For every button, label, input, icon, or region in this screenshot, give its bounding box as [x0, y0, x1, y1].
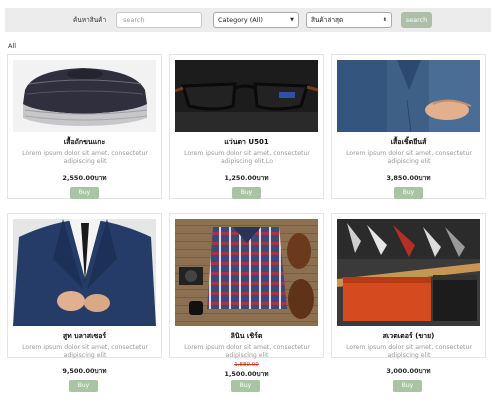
sort-select-value: สินค้าล่าสุด: [311, 16, 344, 24]
buy-button[interactable]: Buy: [69, 380, 98, 392]
buy-button[interactable]: Buy: [232, 187, 261, 199]
product-card: เสื้อเชิ้ตยีนส์ Lorem ipsum dolor sit am…: [331, 54, 486, 199]
product-name[interactable]: สูท บลาสเซอร์: [8, 331, 161, 342]
product-card: ลินิน เชิร์ต Lorem ipsum dolor sit amet,…: [169, 213, 324, 359]
product-image-eyeglasses[interactable]: [175, 60, 318, 132]
product-card: เสื้อถักขนแกะ Lorem ipsum dolor sit amet…: [7, 54, 162, 199]
product-price: 1,500.00บาท: [224, 370, 269, 378]
product-name[interactable]: สเวตเตอร์ (ขาย): [332, 331, 485, 342]
product-image-denim-shirt[interactable]: [337, 60, 480, 132]
search-input[interactable]: search: [116, 12, 202, 28]
product-image-blazer-suit[interactable]: [13, 219, 156, 326]
chevron-updown-icon: ⬍: [382, 17, 387, 23]
product-name[interactable]: แว่นตา U501: [170, 137, 323, 148]
product-card: แว่นตา U501 Lorem ipsum dolor sit amet, …: [169, 54, 324, 199]
product-description: Lorem ipsum dolor sit amet, consectetur …: [184, 344, 310, 359]
buy-button[interactable]: Buy: [393, 380, 422, 392]
product-image-flannel-shirt[interactable]: [175, 219, 318, 326]
product-name[interactable]: เสื้อถักขนแกะ: [8, 137, 161, 148]
product-name[interactable]: เสื้อเชิ้ตยีนส์: [332, 137, 485, 148]
search-bar: ค้นหาสินค้า search Category (All) ▼ สินค…: [5, 8, 491, 32]
search-button[interactable]: search: [401, 12, 432, 28]
product-price: 3,000.00บาท: [386, 367, 431, 375]
buy-button[interactable]: Buy: [231, 380, 260, 392]
product-name[interactable]: ลินิน เชิร์ต: [170, 331, 323, 342]
product-description: Lorem ipsum dolor sit amet, consectetur …: [346, 344, 472, 359]
search-label: ค้นหาสินค้า: [73, 16, 107, 24]
sort-select[interactable]: สินค้าล่าสุด ⬍: [306, 12, 392, 28]
product-price: 2,550.00บาท: [62, 174, 107, 182]
filter-label: All: [8, 42, 17, 50]
product-image-sweaters-shelf[interactable]: [337, 219, 480, 326]
product-old-price: 1,880.00: [234, 362, 259, 368]
chevron-down-icon: ▼: [290, 17, 294, 23]
category-select-value: Category (All): [218, 16, 263, 24]
product-price: 1,250.00บาท: [224, 174, 269, 182]
buy-button[interactable]: Buy: [70, 187, 99, 199]
category-select[interactable]: Category (All) ▼: [213, 12, 299, 28]
product-description: Lorem ipsum dolor sit amet, consectetur …: [346, 150, 472, 165]
product-price: 9,500.00บาท: [62, 367, 107, 375]
product-description: Lorem ipsum dolor sit amet, consectetur …: [22, 344, 148, 359]
product-card: สเวตเตอร์ (ขาย) Lorem ipsum dolor sit am…: [331, 213, 486, 359]
product-card: สูท บลาสเซอร์ Lorem ipsum dolor sit amet…: [7, 213, 162, 359]
product-description: Lorem ipsum dolor sit amet, consectetur …: [22, 150, 148, 165]
product-image-knit-sweater[interactable]: [13, 60, 156, 132]
buy-button[interactable]: Buy: [394, 187, 423, 199]
product-description: Lorem ipsum dolor sit amet, consectetur …: [184, 150, 310, 165]
product-price: 3,850.00บาท: [386, 174, 431, 182]
